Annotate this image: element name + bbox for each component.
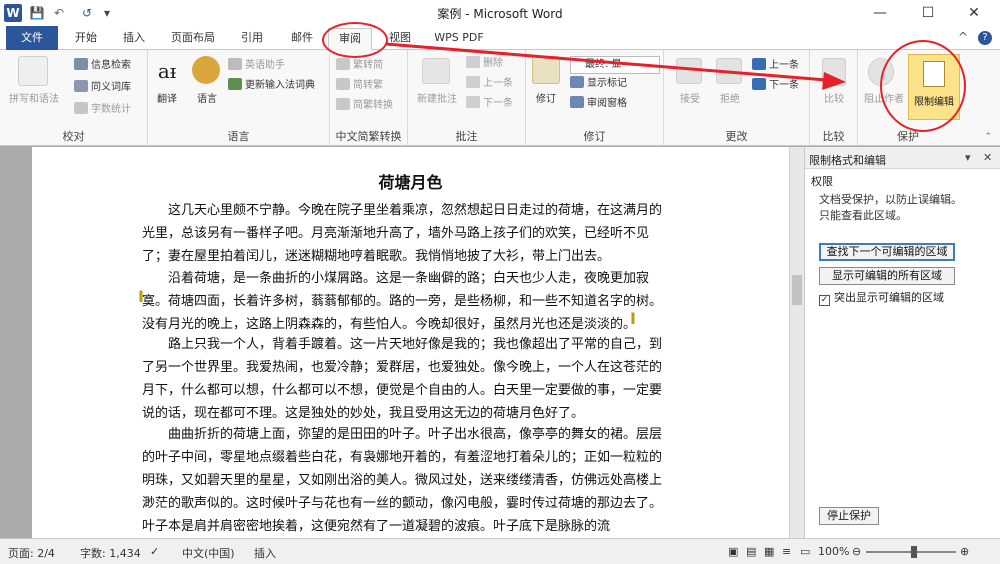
zoom-level[interactable]: 100% <box>818 545 849 558</box>
word-count[interactable]: 字数: 1,434 <box>80 545 141 561</box>
language-status[interactable]: 中文(中国) <box>182 545 235 561</box>
proofing-status-icon[interactable]: ✓ <box>150 545 159 558</box>
zoom-slider-knob[interactable] <box>911 546 917 558</box>
page-count[interactable]: 页面: 2/4 <box>8 545 55 561</box>
paragraph-3[interactable]: 路上只我一个人，背着手踱着。这一片天地好像是我的；我也像超出了平常的自己，到了另… <box>142 333 662 425</box>
show-all-editable-button[interactable]: 显示可编辑的所有区域 <box>819 267 955 285</box>
print-layout-icon[interactable]: ▣ <box>728 545 738 558</box>
stop-protection-button[interactable]: 停止保护 <box>819 507 879 525</box>
document-title: 荷塘月色 <box>378 173 443 192</box>
protection-message: 文档受保护，以防止误编辑。 <box>819 193 962 206</box>
checkbox-check-icon[interactable]: ✓ <box>819 295 830 306</box>
zoom-in-icon[interactable]: ⊕ <box>960 545 969 558</box>
editable-region-start-marker: I <box>138 287 144 306</box>
highlight-editable-label: 突出显示可编辑的区域 <box>834 291 944 304</box>
document-area: 荷塘月色 这几天心里颇不宁静。今晚在院子里坐着乘凉，忽然想起日日走过的荷塘，在这… <box>0 147 804 538</box>
full-screen-icon[interactable]: ▤ <box>746 545 756 558</box>
pane-header: 限制格式和编辑 ▾ ✕ <box>805 147 1000 169</box>
restrict-editing-pane: 限制格式和编辑 ▾ ✕ 权限 文档受保护，以防止误编辑。 只能查看此区域。 查找… <box>804 147 1000 538</box>
zoom-out-icon[interactable]: ⊖ <box>852 545 861 558</box>
scroll-thumb[interactable] <box>792 275 802 305</box>
paragraph-1[interactable]: 这几天心里颇不宁静。今晚在院子里坐着乘凉，忽然想起日日走过的荷塘，在这满月的光里… <box>142 199 662 268</box>
view-only-message: 只能查看此区域。 <box>819 209 907 222</box>
find-next-editable-button[interactable]: 查找下一个可编辑的区域 <box>819 243 955 261</box>
web-layout-icon[interactable]: ▦ <box>764 545 774 558</box>
document-page[interactable]: 荷塘月色 这几天心里颇不宁静。今晚在院子里坐着乘凉，忽然想起日日走过的荷塘，在这… <box>32 147 789 538</box>
outline-icon[interactable]: ≡ <box>782 545 791 558</box>
pane-title: 限制格式和编辑 <box>809 154 886 167</box>
vertical-scrollbar[interactable] <box>789 147 804 538</box>
editable-region-end-marker: I <box>630 309 636 328</box>
paragraph-4[interactable]: 曲曲折折的荷塘上面，弥望的是田田的叶子。叶子出水很高，像亭亭的舞女的裙。层层的叶… <box>142 423 662 538</box>
permissions-heading: 权限 <box>811 175 833 188</box>
highlight-editable-checkbox[interactable]: ✓ 突出显示可编辑的区域 <box>819 289 944 306</box>
status-bar: 页面: 2/4 字数: 1,434 ✓ 中文(中国) 插入 ▣ ▤ ▦ ≡ ▭ … <box>0 538 1000 564</box>
paragraph-2[interactable]: 沿着荷塘，是一条曲折的小煤屑路。这是一条幽僻的路；白天也少人走，夜晚更加寂寞。荷… <box>142 267 662 336</box>
insert-mode[interactable]: 插入 <box>254 545 276 561</box>
pane-close-icon[interactable]: ✕ <box>983 151 992 164</box>
draft-icon[interactable]: ▭ <box>800 545 810 558</box>
pane-menu-icon[interactable]: ▾ <box>965 151 971 164</box>
